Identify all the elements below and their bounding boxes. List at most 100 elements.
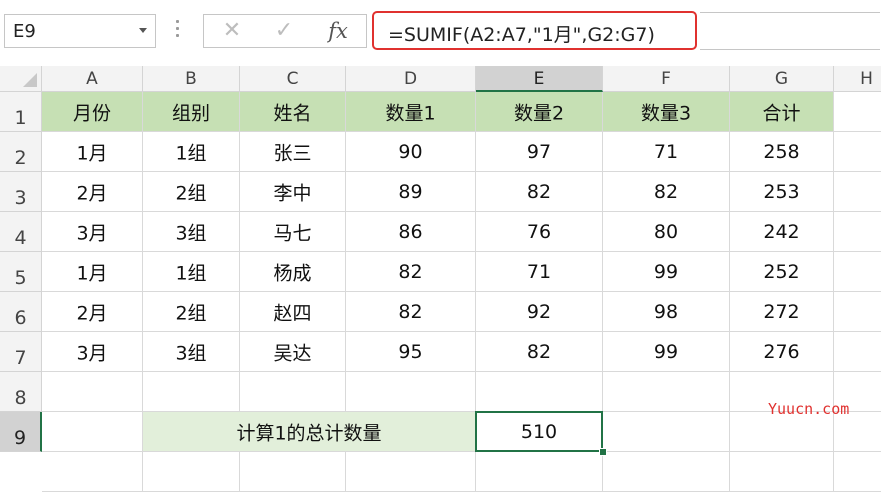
cell-g4[interactable]: 242	[730, 212, 834, 252]
cell-a4[interactable]: 3月	[42, 212, 143, 252]
drag-handle-icon[interactable]	[176, 20, 180, 42]
cell-f5[interactable]: 99	[603, 252, 730, 292]
cell-a10[interactable]	[42, 452, 143, 492]
column-header-a[interactable]: A	[42, 66, 143, 92]
cell-d1[interactable]: 数量1	[346, 92, 476, 132]
cell-b10[interactable]	[143, 452, 240, 492]
cell-a2[interactable]: 1月	[42, 132, 143, 172]
cell-f6[interactable]: 98	[603, 292, 730, 332]
cell-g5[interactable]: 252	[730, 252, 834, 292]
cell-f8[interactable]	[603, 372, 730, 412]
insert-function-icon[interactable]: fx	[318, 17, 358, 45]
column-header-h[interactable]: H	[834, 66, 881, 92]
cell-a9[interactable]	[42, 412, 143, 452]
cell-g9[interactable]	[730, 412, 834, 452]
cell-a1[interactable]: 月份	[42, 92, 143, 132]
cell-f10[interactable]	[603, 452, 730, 492]
cell-f7[interactable]: 99	[603, 332, 730, 372]
row-header-4[interactable]: 4	[0, 212, 42, 252]
cell-b4[interactable]: 3组	[143, 212, 240, 252]
cell-h10[interactable]	[834, 452, 881, 492]
cell-a6[interactable]: 2月	[42, 292, 143, 332]
cell-d8[interactable]	[346, 372, 476, 412]
cell-h7[interactable]	[834, 332, 881, 372]
cell-c7[interactable]: 吴达	[240, 332, 346, 372]
cell-b7[interactable]: 3组	[143, 332, 240, 372]
cell-h6[interactable]	[834, 292, 881, 332]
cell-d2[interactable]: 90	[346, 132, 476, 172]
cell-e10[interactable]	[476, 452, 603, 492]
cell-h1[interactable]	[834, 92, 881, 132]
cell-a5[interactable]: 1月	[42, 252, 143, 292]
row-header-6[interactable]: 6	[0, 292, 42, 332]
select-all-button[interactable]	[0, 66, 42, 92]
cell-a7[interactable]: 3月	[42, 332, 143, 372]
column-header-e[interactable]: E	[476, 66, 603, 92]
cell-g6[interactable]: 272	[730, 292, 834, 332]
column-header-g[interactable]: G	[730, 66, 834, 92]
cell-b2[interactable]: 1组	[143, 132, 240, 172]
summary-label-cell[interactable]: 计算1的总计数量	[143, 412, 476, 452]
cell-g2[interactable]: 258	[730, 132, 834, 172]
cell-c6[interactable]: 赵四	[240, 292, 346, 332]
cell-h9[interactable]	[834, 412, 881, 452]
cell-b5[interactable]: 1组	[143, 252, 240, 292]
cell-h3[interactable]	[834, 172, 881, 212]
column-header-b[interactable]: B	[143, 66, 240, 92]
cell-g10[interactable]	[730, 452, 834, 492]
cell-d5[interactable]: 82	[346, 252, 476, 292]
cell-d3[interactable]: 89	[346, 172, 476, 212]
cell-a8[interactable]	[42, 372, 143, 412]
row-header-9[interactable]: 9	[0, 412, 42, 452]
cell-e3[interactable]: 82	[476, 172, 603, 212]
chevron-down-icon[interactable]	[139, 28, 147, 33]
cell-e1[interactable]: 数量2	[476, 92, 603, 132]
cell-c10[interactable]	[240, 452, 346, 492]
column-header-d[interactable]: D	[346, 66, 476, 92]
cell-d4[interactable]: 86	[346, 212, 476, 252]
cell-f4[interactable]: 80	[603, 212, 730, 252]
cell-g1[interactable]: 合计	[730, 92, 834, 132]
cell-e7[interactable]: 82	[476, 332, 603, 372]
cell-f3[interactable]: 82	[603, 172, 730, 212]
cell-f9[interactable]	[603, 412, 730, 452]
row-header-1[interactable]: 1	[0, 92, 42, 132]
cell-h5[interactable]	[834, 252, 881, 292]
cell-h2[interactable]	[834, 132, 881, 172]
cell-b3[interactable]: 2组	[143, 172, 240, 212]
name-box[interactable]: E9	[4, 14, 156, 48]
cell-d10[interactable]	[346, 452, 476, 492]
cell-g3[interactable]: 253	[730, 172, 834, 212]
cell-e5[interactable]: 71	[476, 252, 603, 292]
column-header-f[interactable]: F	[603, 66, 730, 92]
fill-handle[interactable]	[599, 448, 607, 456]
cancel-icon[interactable]: ✕	[212, 17, 252, 45]
row-header-3[interactable]: 3	[0, 172, 42, 212]
cell-b6[interactable]: 2组	[143, 292, 240, 332]
cell-c8[interactable]	[240, 372, 346, 412]
cell-b8[interactable]	[143, 372, 240, 412]
cell-h4[interactable]	[834, 212, 881, 252]
column-header-c[interactable]: C	[240, 66, 346, 92]
enter-icon[interactable]: ✓	[264, 17, 304, 45]
cell-e2[interactable]: 97	[476, 132, 603, 172]
cell-c2[interactable]: 张三	[240, 132, 346, 172]
row-header-7[interactable]: 7	[0, 332, 42, 372]
cell-d6[interactable]: 82	[346, 292, 476, 332]
cell-g7[interactable]: 276	[730, 332, 834, 372]
cell-c4[interactable]: 马七	[240, 212, 346, 252]
row-header-5[interactable]: 5	[0, 252, 42, 292]
cell-b1[interactable]: 组别	[143, 92, 240, 132]
cell-a3[interactable]: 2月	[42, 172, 143, 212]
formula-input-extension[interactable]	[700, 12, 880, 50]
row-header-2[interactable]: 2	[0, 132, 42, 172]
cell-e6[interactable]: 92	[476, 292, 603, 332]
row-header-8[interactable]: 8	[0, 372, 42, 412]
cell-e9[interactable]: 510	[476, 412, 603, 452]
cell-c5[interactable]: 杨成	[240, 252, 346, 292]
cell-f2[interactable]: 71	[603, 132, 730, 172]
cell-c1[interactable]: 姓名	[240, 92, 346, 132]
cell-e8[interactable]	[476, 372, 603, 412]
formula-input[interactable]: =SUMIF(A2:A7,"1月",G2:G7)	[372, 11, 697, 50]
cell-e4[interactable]: 76	[476, 212, 603, 252]
